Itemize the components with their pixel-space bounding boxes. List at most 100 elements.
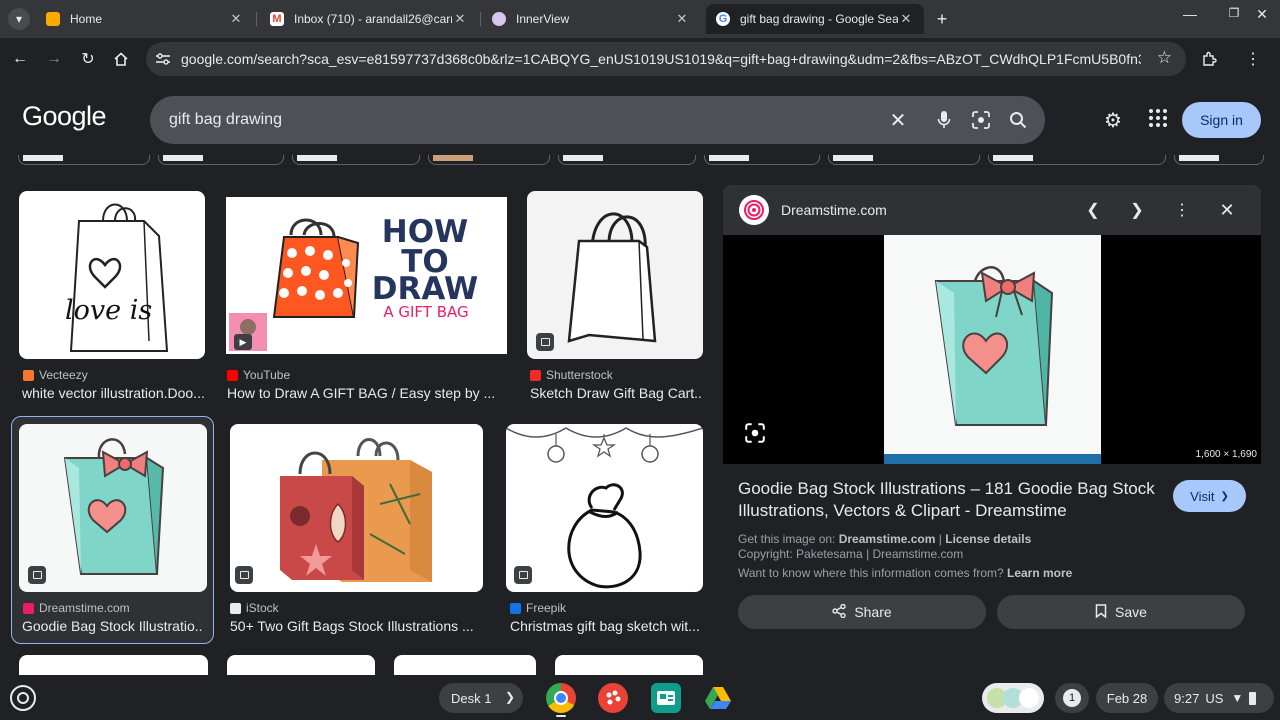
related-chip[interactable] (704, 155, 820, 165)
related-chip[interactable] (292, 155, 420, 165)
image-type-icon (235, 566, 253, 584)
image-result-partial[interactable] (19, 655, 208, 675)
related-chip[interactable] (828, 155, 980, 165)
result-source[interactable]: Freepik (510, 601, 566, 615)
thumbnail-text: love is (65, 295, 153, 326)
home-icon[interactable] (108, 46, 134, 72)
extensions-icon[interactable] (1196, 46, 1222, 72)
status-tray[interactable]: 9:27 US ▼ (1164, 683, 1274, 713)
image-type-icon (536, 333, 554, 351)
search-input[interactable]: gift bag drawing (169, 111, 282, 129)
license-details-link[interactable]: License details (945, 532, 1031, 546)
launcher-icon[interactable] (10, 685, 36, 711)
related-chip[interactable] (18, 155, 150, 165)
settings-gear-icon[interactable]: ⚙ (1104, 108, 1122, 133)
voice-search-icon[interactable] (932, 108, 956, 132)
result-thumbnail[interactable]: love is (19, 191, 205, 359)
result-title[interactable]: Christmas gift bag sketch wit... (510, 618, 702, 634)
result-title[interactable]: 50+ Two Gift Bags Stock Illustrations ..… (230, 618, 478, 634)
close-panel-icon[interactable]: ✕ (1215, 198, 1239, 222)
tab-search-button[interactable]: ▾ (8, 8, 30, 30)
tab-home[interactable]: Home ✕ (36, 4, 254, 34)
next-image-icon[interactable]: ❯ (1125, 198, 1149, 222)
result-thumbnail[interactable]: HOW TO DRAW A GIFT BAG ▶ (226, 197, 507, 354)
back-icon[interactable]: ← (7, 46, 33, 72)
result-thumbnail[interactable] (506, 424, 703, 592)
image-type-icon (514, 566, 532, 584)
reload-icon[interactable]: ↻ (75, 46, 101, 72)
classroom-app-icon[interactable] (651, 683, 681, 713)
search-box[interactable]: gift bag drawing ✕ (150, 96, 1045, 144)
previous-image-icon[interactable]: ❮ (1081, 198, 1105, 222)
related-chip[interactable] (1174, 155, 1264, 165)
result-source[interactable]: YouTube (227, 368, 290, 382)
result-thumbnail[interactable] (527, 191, 703, 359)
result-thumbnail[interactable] (230, 424, 483, 592)
desk-switcher[interactable]: Desk 1 ❯ (439, 683, 523, 713)
new-tab-button[interactable]: + (930, 8, 954, 30)
panel-site-name[interactable]: Dreamstime.com (781, 202, 887, 218)
address-bar[interactable]: google.com/search?sca_esv=e81597737d368c… (146, 42, 1186, 76)
result-thumbnail[interactable] (19, 424, 207, 592)
forward-icon[interactable]: → (41, 46, 67, 72)
panel-title[interactable]: Goodie Bag Stock Illustrations – 181 Goo… (738, 478, 1158, 522)
more-menu-icon[interactable]: ⋮ (1240, 46, 1266, 72)
result-title[interactable]: white vector illustration.Doo... (22, 385, 206, 401)
visit-button[interactable]: Visit ❯ (1173, 480, 1246, 512)
holding-space-tray[interactable] (982, 683, 1044, 713)
google-logo[interactable]: Google (22, 101, 107, 132)
close-window-icon[interactable]: ✕ (1252, 6, 1272, 23)
date-tray[interactable]: Feb 28 (1096, 683, 1158, 713)
meta-text: Get this image on: (738, 532, 839, 546)
tab-inbox[interactable]: M Inbox (710) - arandall26@carro ✕ (260, 4, 478, 34)
tab-google-search[interactable]: G gift bag drawing - Google Searc ✕ (706, 4, 924, 34)
related-chip[interactable] (158, 155, 284, 165)
image-result-partial[interactable] (227, 655, 375, 675)
share-button[interactable]: Share (738, 595, 986, 629)
result-source[interactable]: Dreamstime.com (23, 601, 130, 615)
google-apps-icon[interactable] (1148, 108, 1168, 133)
search-icon[interactable] (1006, 108, 1030, 132)
learn-more-link[interactable]: Learn more (1007, 566, 1072, 580)
lens-search-icon[interactable] (969, 108, 993, 132)
image-result-partial[interactable] (555, 655, 703, 675)
result-source[interactable]: iStock (230, 601, 279, 615)
result-source[interactable]: Vecteezy (23, 368, 88, 382)
visual-search-icon[interactable] (744, 422, 766, 444)
site-info-icon[interactable] (154, 50, 172, 68)
share-icon (832, 603, 847, 621)
dreamstime-logo-icon (739, 195, 769, 225)
close-icon[interactable]: ✕ (898, 11, 914, 27)
source-label: Dreamstime.com (39, 601, 130, 615)
save-button[interactable]: Save (997, 595, 1245, 629)
sign-in-button[interactable]: Sign in (1182, 102, 1261, 138)
result-source[interactable]: Shutterstock (530, 368, 613, 382)
close-icon[interactable]: ✕ (452, 11, 468, 27)
chrome-app-icon[interactable] (546, 683, 576, 713)
clear-search-icon[interactable]: ✕ (886, 108, 910, 132)
visit-label: Visit (1190, 488, 1215, 504)
more-options-icon[interactable]: ⋮ (1170, 198, 1194, 222)
drive-app-icon[interactable] (703, 683, 733, 713)
image-result-partial[interactable] (394, 655, 536, 675)
notification-tray[interactable]: 1 (1055, 683, 1089, 713)
related-chip[interactable] (988, 155, 1166, 165)
related-chip[interactable] (558, 155, 696, 165)
bookmark-star-icon[interactable]: ☆ (1157, 48, 1172, 68)
thumbnail-text: DRAW (371, 271, 479, 307)
gmail-icon: M (270, 12, 284, 26)
tab-strip: ▾ Home ✕ M Inbox (710) - arandall26@carr… (0, 0, 1280, 38)
result-title[interactable]: How to Draw A GIFT BAG / Easy step by ..… (227, 385, 507, 401)
close-icon[interactable]: ✕ (228, 11, 244, 27)
tab-innerview[interactable]: InnerView ✕ (482, 4, 700, 34)
restore-icon[interactable]: ❐ (1224, 6, 1244, 20)
result-title[interactable]: Goodie Bag Stock Illustratio... (22, 618, 202, 634)
result-title[interactable]: Sketch Draw Gift Bag Cart... (530, 385, 702, 401)
preview-image[interactable] (884, 235, 1101, 464)
minimize-icon[interactable]: — (1180, 6, 1200, 22)
meta-site-link[interactable]: Dreamstime.com (839, 532, 936, 546)
close-icon[interactable]: ✕ (674, 11, 690, 27)
related-chip[interactable] (428, 155, 550, 165)
panel-header: Dreamstime.com ❮ ❯ ⋮ ✕ (723, 185, 1261, 235)
canvas-app-icon[interactable] (598, 683, 628, 713)
